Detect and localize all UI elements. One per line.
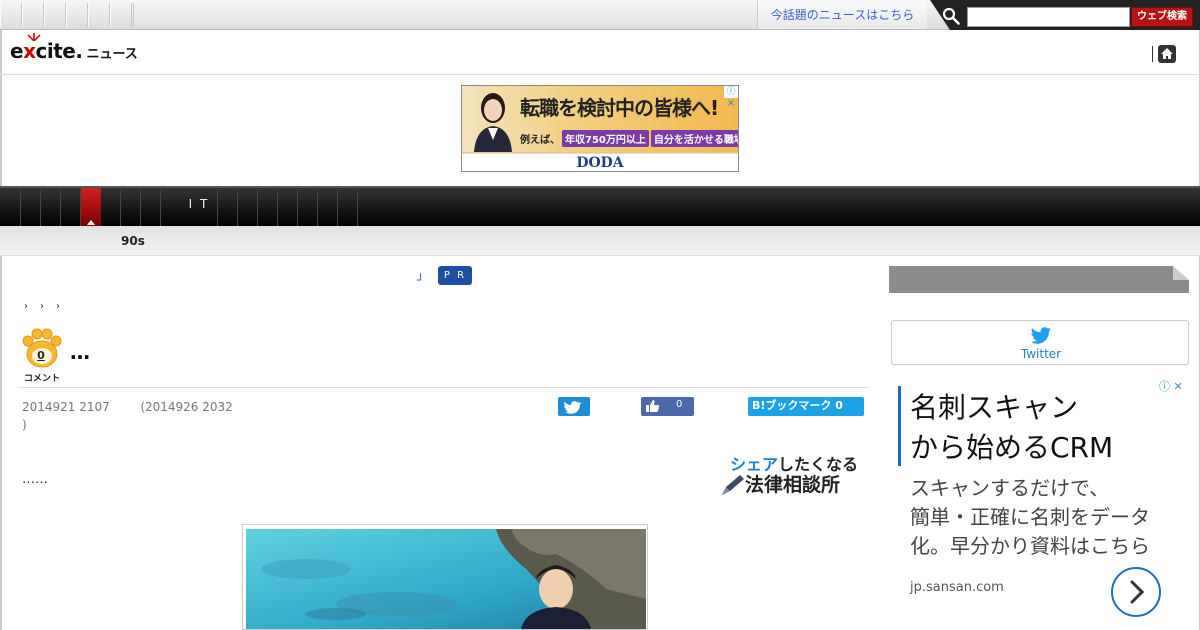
law-banner-line2[interactable]: 法律相談所 xyxy=(745,470,840,497)
nav-tab[interactable] xyxy=(258,190,278,226)
trending-news-link[interactable]: 今話題のニュースはこちら xyxy=(757,1,927,29)
header-separator xyxy=(1152,46,1153,62)
ad-description: スキャンするだけで、簡単・正確に名刺をデータ 化。早分かり資料はこちら xyxy=(910,474,1190,561)
banner-brand: DODA xyxy=(462,153,738,171)
breadcrumb-separator[interactable]: › xyxy=(56,301,60,312)
top-strip-tab[interactable] xyxy=(22,3,44,27)
logo-wordmark: excite. xyxy=(10,39,83,63)
comment-count[interactable]: 0 xyxy=(30,349,52,362)
banner-subline: 例えば、 年収750万円以上 自分を活かせる職場 xyxy=(520,130,738,147)
search-icon xyxy=(942,7,960,25)
breadcrumb-separator[interactable]: › xyxy=(24,301,28,312)
excite-news-logo[interactable]: excite. ニュース xyxy=(10,33,138,65)
hatena-bookmark-button[interactable]: B!ブックマーク 0 xyxy=(748,397,864,416)
chevron-right-icon xyxy=(1130,580,1145,604)
article-title: … xyxy=(70,340,90,364)
nav-tab[interactable] xyxy=(121,190,141,226)
nav-tab[interactable] xyxy=(41,190,61,226)
nav-tab-it-label[interactable]: I T xyxy=(180,197,218,211)
home-button[interactable] xyxy=(1158,45,1176,63)
top-strip-spacer xyxy=(133,3,755,27)
ad-headline-line1: 名刺スキャン xyxy=(910,391,1079,424)
nav-tab[interactable] xyxy=(0,190,21,226)
search-input[interactable] xyxy=(967,7,1130,27)
nav-tab[interactable] xyxy=(238,190,258,226)
banner-photo-area: 転職を検討中の皆様へ! 例えば、 年収750万円以上 自分を活かせる職場 xyxy=(462,86,738,152)
tweet-button[interactable] xyxy=(558,397,590,416)
banner-headline: 転職を検討中の皆様へ! xyxy=(520,96,719,120)
logo-letter: e xyxy=(10,39,24,63)
published-date: 2014921 2107 xyxy=(22,400,110,414)
logo-letters: cite xyxy=(35,39,76,63)
breadcrumb-separator[interactable]: › xyxy=(40,301,44,312)
pen-icon xyxy=(722,475,744,495)
top-strip-tab[interactable] xyxy=(44,3,66,27)
home-icon xyxy=(1161,48,1173,59)
logo-section-label: ニュース xyxy=(86,47,138,62)
top-strip-tab[interactable] xyxy=(88,3,110,27)
twitter-label: Twitter xyxy=(1020,347,1062,361)
pr-link[interactable]: ┘ xyxy=(417,273,424,287)
top-strip-tab[interactable] xyxy=(0,3,22,27)
article-excerpt: …… xyxy=(22,472,48,487)
ad-open-button[interactable] xyxy=(1111,567,1161,617)
web-search-button[interactable]: ウェブ検索 xyxy=(1131,7,1193,27)
ad-description-line3: 化。早分かり資料はこちら xyxy=(910,534,1150,558)
updated-date: (2014926 2032 xyxy=(140,400,233,414)
twitter-bird-icon xyxy=(1030,327,1051,344)
comment-label[interactable]: コメント xyxy=(22,371,62,384)
nav-tab[interactable] xyxy=(61,190,81,226)
nav-tab[interactable] xyxy=(21,190,41,226)
ad-description-line2: 簡単・正確に名刺をデータ xyxy=(910,505,1150,529)
banner-pill-workplace: 自分を活かせる職場 xyxy=(650,130,738,147)
ad-display-url[interactable]: jp.sansan.com xyxy=(910,580,1004,595)
logo-spark-icon xyxy=(27,33,41,41)
header-bar: excite. ニュース xyxy=(0,31,1200,75)
facebook-like-button[interactable] xyxy=(641,397,694,416)
article-dates: 2014921 2107 (2014926 2032 ) xyxy=(22,398,262,434)
nav-active-indicator-icon xyxy=(87,220,95,225)
nav-tab[interactable] xyxy=(298,190,318,226)
nav-tab[interactable] xyxy=(101,190,121,226)
ad-description-line1: スキャンするだけで、 xyxy=(910,476,1110,500)
logo-letter-x: x xyxy=(23,39,36,63)
facebook-like-count: 0 xyxy=(676,399,683,410)
banner-pill-salary: 年収750万円以上 xyxy=(562,130,649,147)
banner-person-image xyxy=(474,93,512,152)
thumbs-up-icon xyxy=(646,400,660,412)
updated-date-close: ) xyxy=(22,418,27,432)
logo-dot: . xyxy=(75,39,83,63)
nav-tab[interactable] xyxy=(218,190,238,226)
nav-tab[interactable] xyxy=(318,190,338,226)
nav-tab[interactable] xyxy=(338,190,358,226)
sub-nav: 90s xyxy=(0,226,1200,256)
title-divider xyxy=(18,387,868,388)
nav-tab[interactable] xyxy=(141,190,161,226)
ad-headline-line2: から始めるCRM xyxy=(910,431,1114,464)
banner-sub-prefix: 例えば、 xyxy=(520,135,560,146)
ad-accent-bar xyxy=(898,386,901,466)
article-photo[interactable] xyxy=(242,524,648,630)
nav-tab[interactable] xyxy=(278,190,298,226)
top-strip-tab[interactable] xyxy=(110,3,132,27)
twitter-bird-icon xyxy=(564,401,582,414)
top-strip-tab[interactable] xyxy=(66,3,88,27)
doda-banner-ad[interactable]: 転職を検討中の皆様へ! 例えば、 年収750万円以上 自分を活かせる職場 DODA xyxy=(461,85,739,172)
beach-photo-image xyxy=(246,529,646,629)
sidebar-twitter-follow[interactable]: Twitter xyxy=(891,320,1189,365)
subnav-item-90s[interactable]: 90s xyxy=(121,234,145,248)
pr-badge[interactable]: P R xyxy=(438,266,472,285)
breadcrumb: › › › xyxy=(24,301,72,312)
sidebar-header xyxy=(889,266,1189,293)
adchoices-icon[interactable]: ⓘ ✕ xyxy=(724,86,738,109)
ad-headline[interactable]: 名刺スキャンから始めるCRM xyxy=(910,388,1170,468)
